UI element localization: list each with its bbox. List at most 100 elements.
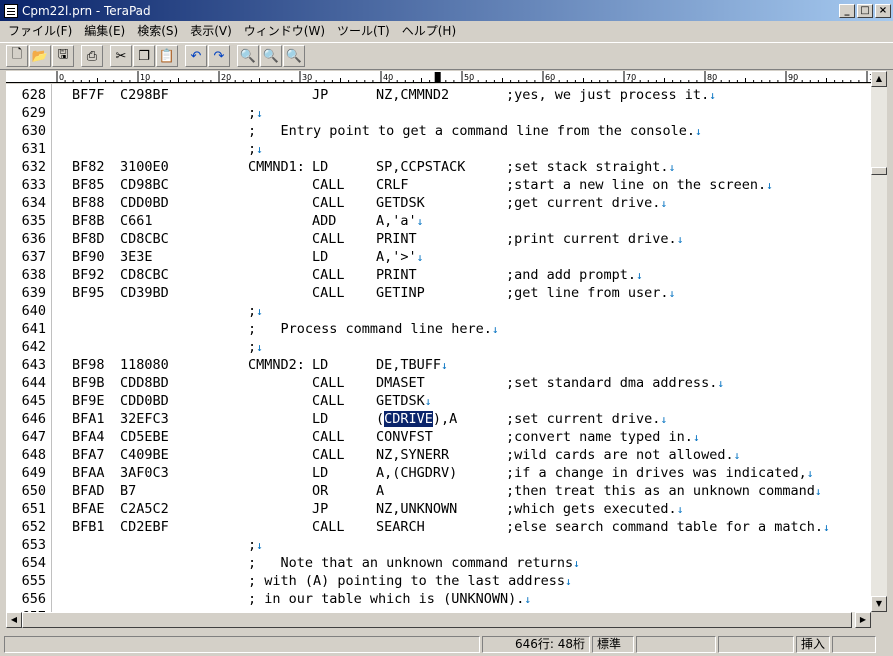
code-line[interactable]: 647 BFA4 CD5EBE CALL CONVFST ;convert name ty…	[6, 428, 871, 446]
code-label: ; in our table which is (UNKNOWN).↓	[248, 591, 531, 607]
horizontal-scroll-thumb[interactable]	[22, 612, 852, 628]
code-line[interactable]: 628 BF7F C298BF JP NZ,CMMND2 ;yes, we just pr…	[6, 86, 871, 104]
code-line[interactable]: 638 BF92 CD8CBC CALL PRINT ;and add prompt.↓	[6, 266, 871, 284]
code-addr: BFB1	[72, 519, 105, 535]
menu-bar: ファイル(F) 編集(E) 検索(S) 表示(V) ウィンドウ(W) ツール(T…	[0, 21, 893, 41]
code-line[interactable]: 633 BF85 CD98BC CALL CRLF ;start a new line o…	[6, 176, 871, 194]
menu-edit[interactable]: 編集(E)	[78, 21, 131, 41]
encoding-indicator: 標準	[592, 636, 634, 653]
paste-icon[interactable]: 📋	[156, 45, 178, 67]
code-line[interactable]: 654 ; Note that an unknown command return…	[6, 554, 871, 572]
code-cmt: ;wild cards are not allowed.↓	[506, 447, 741, 463]
code-line[interactable]: 632 BF82 3100E0 CMMND1: LD SP,CCPSTACK ;set st…	[6, 158, 871, 176]
code-line[interactable]: 652 BFB1 CD2EBF CALL SEARCH ;else search comm…	[6, 518, 871, 536]
open-folder-icon[interactable]: 📂	[29, 45, 51, 67]
code-code: 3100E0	[120, 159, 169, 175]
eol-mark: ↓	[660, 197, 668, 210]
code-line[interactable]: 656 ; in our table which is (UNKNOWN).↓	[6, 590, 871, 608]
horizontal-scrollbar[interactable]: ◀ ▶	[6, 612, 871, 628]
ruler-cursor-marker	[434, 72, 441, 82]
title-bar[interactable]: Cpm22l.prn - TeraPad _ □ ×	[0, 0, 893, 21]
line-number: 635	[21, 213, 46, 229]
scroll-right-button[interactable]: ▶	[855, 612, 871, 628]
copy-icon[interactable]: ❐	[133, 45, 155, 67]
code-addr: BF92	[72, 267, 105, 283]
code-line[interactable]: 645 BF9E CDD0BD CALL GETDSK↓	[6, 392, 871, 410]
maximize-button[interactable]: □	[857, 3, 873, 18]
menu-view[interactable]: 表示(V)	[184, 21, 238, 41]
undo-icon[interactable]: ↶	[185, 45, 207, 67]
code-op: CALL	[312, 177, 345, 193]
code-addr: BF85	[72, 177, 105, 193]
code-arg: CONVFST	[376, 429, 433, 445]
menu-tools[interactable]: ツール(T)	[331, 21, 396, 41]
redo-icon[interactable]: ↷	[208, 45, 230, 67]
print-icon[interactable]: ⎙	[81, 45, 103, 67]
code-line[interactable]: 650 BFAD B7 OR A ;then treat this as an unkno…	[6, 482, 871, 500]
save-icon[interactable]: 🖫	[52, 45, 74, 67]
line-number: 646	[21, 411, 46, 427]
code-code: B7	[120, 483, 137, 499]
menu-help[interactable]: ヘルプ(H)	[396, 21, 462, 41]
code-line[interactable]: 653 ;↓	[6, 536, 871, 554]
code-arg: A,'>'↓	[376, 249, 424, 265]
code-op: CALL	[312, 231, 345, 247]
code-line[interactable]: 629 ;↓	[6, 104, 871, 122]
code-line[interactable]: 635 BF8B C661 ADD A,'a'↓	[6, 212, 871, 230]
code-code: CDD8BD	[120, 375, 169, 391]
eol-mark: ↓	[636, 269, 643, 282]
scroll-down-button[interactable]: ▼	[871, 596, 887, 612]
code-line[interactable]: 639 BF95 CD39BD CALL GETINP ;get line from us…	[6, 284, 871, 302]
eol-mark: ↓	[416, 215, 424, 228]
code-addr: BF88	[72, 195, 105, 211]
text-editor[interactable]: 628 BF7F C298BF JP NZ,CMMND2 ;yes, we just pr…	[6, 84, 871, 612]
find-down-icon[interactable]: 🔍	[283, 45, 305, 67]
code-line[interactable]: 631 ;↓	[6, 140, 871, 158]
cut-icon[interactable]: ✂	[110, 45, 132, 67]
code-label: ;↓	[248, 303, 263, 319]
code-line[interactable]: 637 BF90 3E3E LD A,'>'↓	[6, 248, 871, 266]
code-op: CALL	[312, 447, 345, 463]
eol-mark: ↓	[692, 431, 700, 444]
insert-mode-indicator: 挿入	[796, 636, 830, 653]
window-controls: _ □ ×	[837, 3, 891, 18]
new-file-icon[interactable]: 🗋	[6, 45, 28, 67]
code-line[interactable]: 634 BF88 CDD0BD CALL GETDSK ;get current driv…	[6, 194, 871, 212]
line-number: 632	[21, 159, 46, 175]
code-line[interactable]: 643 BF98 118080 CMMND2: LD DE,TBUFF↓	[6, 356, 871, 374]
code-cmt: ;set current drive.↓	[506, 411, 668, 427]
code-line[interactable]: 649 BFAA 3AF0C3 LD A,(CHGDRV) ;if a change in…	[6, 464, 871, 482]
close-button[interactable]: ×	[875, 3, 891, 18]
menu-search[interactable]: 検索(S)	[131, 21, 184, 41]
code-line[interactable]: 636 BF8D CD8CBC CALL PRINT ;print current dri…	[6, 230, 871, 248]
scroll-up-button[interactable]: ▲	[871, 71, 887, 87]
code-line[interactable]: 642 ;↓	[6, 338, 871, 356]
find-up-icon[interactable]: 🔍	[260, 45, 282, 67]
eol-mark: ↓	[766, 179, 773, 192]
line-number: 631	[21, 141, 46, 157]
code-line[interactable]: 651 BFAE C2A5C2 JP NZ,UNKNOWN ;which gets exe…	[6, 500, 871, 518]
code-op: OR	[312, 483, 329, 499]
code-arg: NZ,SYNERR	[376, 447, 450, 463]
code-line[interactable]: 630 ; Entry point to get a command line f…	[6, 122, 871, 140]
code-line[interactable]: 644 BF9B CDD8BD CALL DMASET ;set standard dma…	[6, 374, 871, 392]
app-icon[interactable]	[4, 3, 18, 18]
code-line[interactable]: 648 BFA7 C409BE CALL NZ,SYNERR ;wild cards ar…	[6, 446, 871, 464]
menu-file[interactable]: ファイル(F)	[2, 21, 78, 41]
vertical-scrollbar[interactable]: ▲ ▼	[871, 71, 887, 612]
vertical-scroll-thumb[interactable]	[871, 167, 887, 175]
find-icon[interactable]: 🔍	[237, 45, 259, 67]
code-line[interactable]: 641 ; Process command line here.↓	[6, 320, 871, 338]
ruler-label: 70	[626, 73, 636, 82]
eol-mark: ↓	[668, 161, 676, 174]
code-op: CALL	[312, 519, 345, 535]
code-code: 118080	[120, 357, 169, 373]
code-line[interactable]: 655 ; with (A) pointing to the last addre…	[6, 572, 871, 590]
menu-window[interactable]: ウィンドウ(W)	[238, 21, 331, 41]
minimize-button[interactable]: _	[839, 3, 855, 18]
scroll-left-button[interactable]: ◀	[6, 612, 22, 628]
code-line[interactable]: 646 BFA1 32EFC3 LD (CDRIVE),A ;set current dr…	[6, 410, 871, 428]
eol-mark: ↓	[424, 395, 432, 408]
code-line[interactable]: 640 ;↓	[6, 302, 871, 320]
code-cmt: ;yes, we just process it.↓	[506, 87, 716, 103]
